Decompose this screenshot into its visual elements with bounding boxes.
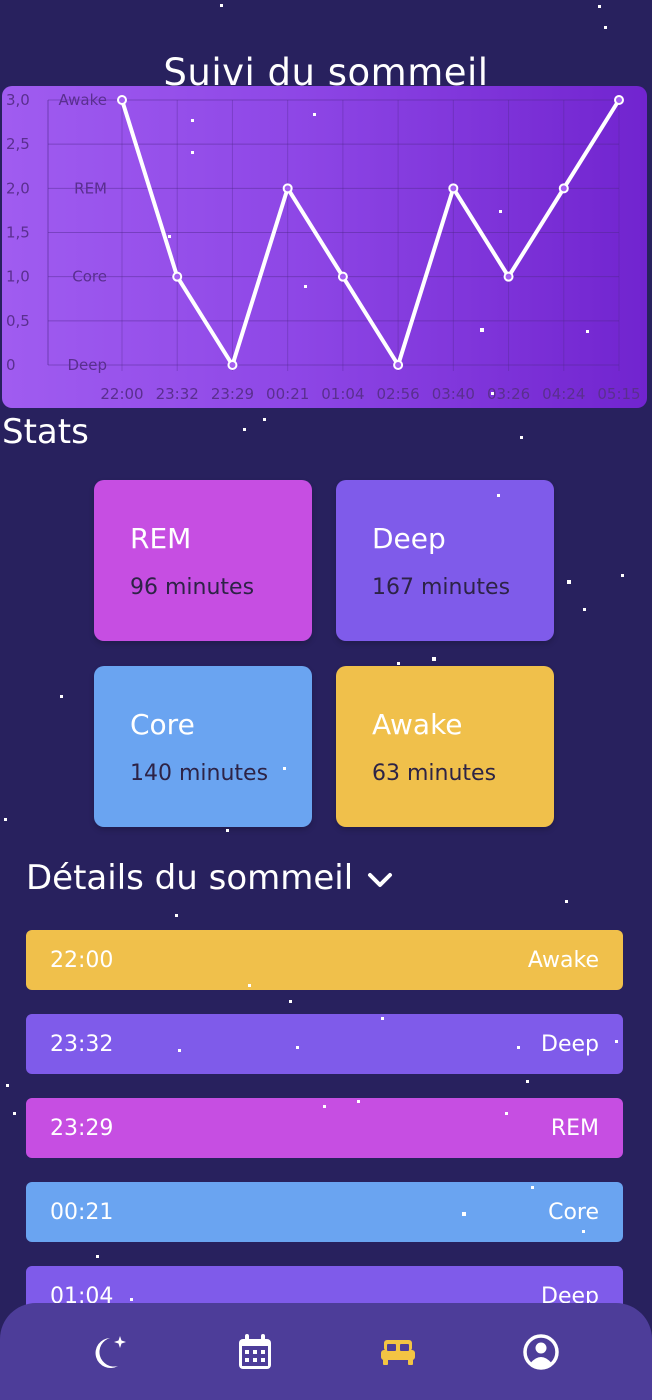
y-tick-label: 2,5 — [6, 135, 30, 153]
sleep-line-chart: 0 0,5 1,0 1,5 2,0 2,5 3,0 Deep Core REM Awake 22:00… — [6, 91, 641, 403]
x-tick-label: 02:56 — [376, 385, 419, 403]
stat-value: 167 minutes — [372, 575, 511, 600]
stat-name: Awake — [372, 708, 463, 741]
x-tick-label: 05:15 — [597, 385, 640, 403]
stat-value: 140 minutes — [130, 761, 269, 786]
y-category-label: Core — [72, 268, 107, 286]
stat-name: REM — [130, 522, 192, 555]
stat-card-awake[interactable]: Awake 63 minutes — [336, 666, 554, 827]
y-category-label: Awake — [59, 91, 108, 109]
stat-value: 96 minutes — [130, 575, 255, 600]
data-point — [337, 271, 348, 282]
stat-card-rem[interactable]: REM 96 minutes — [94, 480, 312, 641]
data-point — [172, 271, 183, 282]
detail-stage: Awake — [527, 947, 599, 973]
nav-user-circle-icon[interactable] — [511, 1322, 571, 1382]
detail-time: 22:00 — [50, 947, 114, 973]
data-point — [117, 95, 127, 105]
x-tick-label: 22:00 — [100, 385, 143, 403]
sleep-chart: 0 0,5 1,0 1,5 2,0 2,5 3,0 Deep Core REM Awake 22:00… — [2, 86, 647, 408]
x-tick-label: 00:21 — [266, 385, 309, 403]
detail-time: 00:21 — [50, 1199, 114, 1225]
data-point — [558, 183, 569, 194]
stat-value: 63 minutes — [372, 761, 497, 786]
nav-bed-icon[interactable] — [368, 1322, 428, 1382]
x-tick-label: 01:04 — [321, 385, 364, 403]
bottom-nav — [0, 1303, 652, 1400]
y-tick-label: 2,0 — [6, 179, 30, 197]
chevron-down-icon — [367, 858, 393, 898]
nav-calendar-icon[interactable] — [225, 1322, 285, 1382]
y-category-label: REM — [74, 179, 107, 197]
detail-row[interactable]: 22:00 Awake — [26, 930, 623, 990]
data-point — [503, 271, 514, 282]
stat-card-deep[interactable]: Deep 167 minutes — [336, 480, 554, 641]
x-tick-label: 03:26 — [487, 385, 530, 403]
detail-stage: REM — [550, 1115, 599, 1141]
y-tick-label: 3,0 — [6, 91, 30, 109]
detail-row[interactable]: 23:29 REM — [26, 1098, 623, 1158]
detail-time: 23:29 — [50, 1115, 114, 1141]
detail-stage: Deep — [541, 1031, 599, 1057]
details-title: Détails du sommeil — [26, 858, 354, 898]
x-tick-label: 04:24 — [542, 385, 585, 403]
data-point — [393, 360, 404, 370]
x-tick-label: 03:40 — [432, 385, 475, 403]
nav-moon-star-icon[interactable] — [82, 1322, 142, 1382]
y-tick-label: 1,0 — [6, 268, 30, 286]
stat-card-core[interactable]: Core 140 minutes — [94, 666, 312, 827]
detail-row[interactable]: 23:32 Deep — [26, 1014, 623, 1074]
data-point — [282, 183, 293, 194]
y-tick-label: 0 — [6, 356, 16, 374]
y-tick-label: 1,5 — [6, 224, 30, 242]
detail-stage: Core — [548, 1199, 599, 1225]
y-tick-label: 0,5 — [6, 312, 30, 330]
data-point — [614, 95, 624, 105]
stats-title: Stats — [2, 412, 89, 452]
details-toggle[interactable]: Détails du sommeil — [26, 858, 393, 898]
stat-name: Core — [130, 708, 195, 741]
stat-name: Deep — [372, 522, 446, 555]
data-point — [227, 360, 238, 370]
x-tick-label: 23:29 — [211, 385, 254, 403]
x-tick-label: 23:32 — [156, 385, 199, 403]
data-point — [448, 183, 459, 194]
detail-row[interactable]: 00:21 Core — [26, 1182, 623, 1242]
y-category-label: Deep — [67, 356, 107, 374]
detail-time: 23:32 — [50, 1031, 114, 1057]
